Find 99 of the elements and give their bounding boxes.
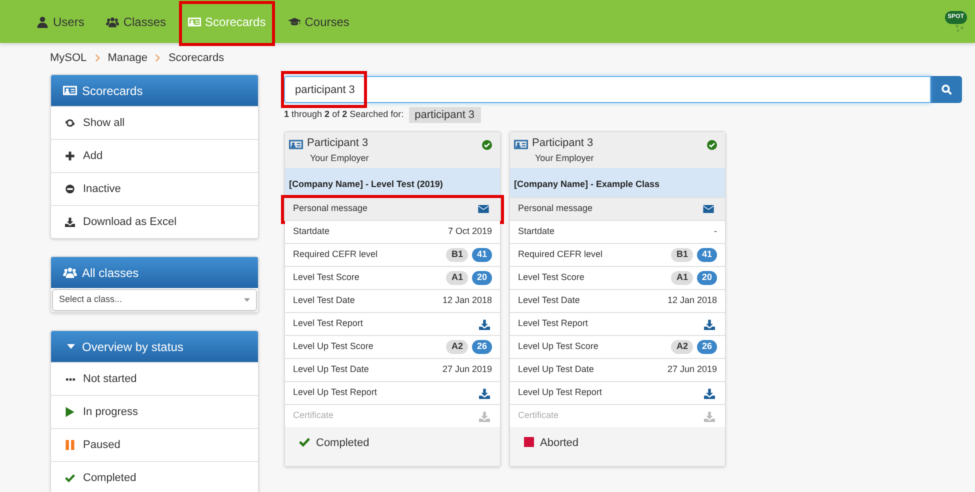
status-label: Aborted	[540, 436, 579, 451]
level-badge: B1	[446, 248, 468, 262]
class-name: [Company Name] - Level Test (2019)	[289, 179, 443, 189]
sidebar-item[interactable]: Show all	[51, 106, 258, 139]
score-badge: 26	[472, 340, 492, 354]
employer-name: Your Employer	[535, 152, 594, 165]
level-badge: A2	[671, 340, 693, 354]
employer-name: Your Employer	[310, 152, 369, 165]
group-icon	[63, 267, 77, 278]
score-badge: 20	[472, 271, 492, 285]
class-name: [Company Name] - Example Class	[514, 179, 660, 189]
panel-title: All classes	[82, 264, 139, 282]
download-icon[interactable]	[704, 388, 715, 398]
download-icon[interactable]	[479, 318, 490, 330]
stop-icon	[524, 437, 534, 447]
row-label: Certificate	[518, 409, 559, 422]
chevron-icon	[155, 54, 160, 62]
sidebar-item[interactable]: Download as Excel	[51, 205, 258, 238]
class-select[interactable]: Select a class...	[52, 289, 257, 311]
pause-icon	[65, 440, 75, 450]
panel-title: Scorecards	[82, 82, 143, 100]
row-label: Level Up Test Report	[293, 386, 377, 400]
row-label: Level Test Report	[293, 317, 363, 330]
nav-tab[interactable]: Classes	[98, 0, 174, 43]
row-label: Certificate	[293, 409, 334, 422]
row-label: Level Up Test Date	[518, 363, 594, 376]
check-icon	[299, 437, 310, 447]
search-icon	[941, 84, 952, 95]
row-value: 12 Jan 2018	[667, 294, 717, 308]
search-tag: participant 3	[408, 107, 481, 123]
row-label: Startdate	[293, 225, 330, 238]
nav-tab[interactable]: Courses	[280, 0, 358, 43]
breadcrumb-link[interactable]: Scorecards	[168, 50, 224, 66]
results-summary: 1 through 2 of 2 Searched for:	[284, 108, 404, 122]
caret-icon	[244, 298, 250, 302]
panel-header[interactable]: Overview by status	[51, 331, 258, 362]
participant-name: Participant 3	[532, 137, 594, 150]
row-value: 27 Jun 2019	[442, 363, 492, 376]
row-label: Level Up Test Date	[293, 363, 369, 376]
level-badge: B1	[671, 248, 693, 262]
sidebar-item[interactable]: Inactive	[51, 172, 258, 205]
row-label: Level Test Report	[518, 317, 588, 330]
row-label: Personal message	[518, 202, 593, 216]
row-label: Required CEFR level	[518, 248, 603, 262]
row-label: Required CEFR level	[293, 248, 378, 262]
search-field[interactable]: participant 3	[284, 76, 931, 103]
select-placeholder: Select a class...	[59, 293, 122, 306]
row-label: Personal message	[293, 202, 368, 216]
id-card-icon	[188, 16, 202, 28]
row-label: Level Up Test Score	[518, 340, 598, 354]
graduation-cap-icon	[288, 16, 301, 28]
download-icon[interactable]	[704, 318, 715, 330]
row-label: Level Up Test Score	[293, 340, 374, 354]
id-card-icon	[514, 139, 528, 150]
row-value: 27 Jun 2019	[667, 363, 717, 376]
check-icon	[65, 473, 75, 483]
envelope-icon[interactable]	[703, 205, 714, 213]
sidebar-item[interactable]: Add	[51, 139, 258, 172]
breadcrumb-link[interactable]: Manage	[108, 50, 148, 66]
download-icon[interactable]	[479, 388, 490, 398]
status-label: Completed	[316, 436, 370, 451]
logo-dots-icon	[954, 24, 966, 32]
envelope-icon[interactable]	[478, 205, 489, 213]
caret-icon	[67, 344, 75, 349]
row-label: Level Test Score	[293, 271, 360, 284]
sidebar-item[interactable]: In progress	[51, 395, 258, 428]
row-label: Level Test Date	[518, 294, 580, 308]
breadcrumb-link[interactable]: MySOL	[50, 50, 87, 66]
download-icon	[65, 217, 75, 227]
level-badge: A1	[446, 271, 468, 285]
id-card-icon	[63, 85, 77, 96]
row-value: 12 Jan 2018	[442, 294, 492, 308]
search-button[interactable]	[931, 76, 962, 103]
level-badge: A1	[671, 271, 693, 285]
panel-title: Overview by status	[82, 338, 184, 356]
id-card-icon	[289, 139, 303, 150]
play-icon	[65, 407, 75, 417]
dots-icon	[66, 378, 74, 380]
user-icon	[36, 16, 49, 28]
row-label: Level Up Test Report	[518, 386, 602, 400]
sidebar-item[interactable]: Paused	[51, 428, 258, 461]
row-label: Startdate	[518, 225, 555, 238]
row-label: Level Test Score	[518, 271, 584, 284]
row-value: 7 Oct 2019	[448, 225, 492, 238]
row-value: -	[714, 225, 717, 238]
refresh-icon	[65, 118, 75, 128]
level-badge: A2	[446, 340, 468, 354]
sidebar-item[interactable]: Not started	[51, 362, 258, 395]
row-label: Level Test Date	[293, 294, 355, 308]
sidebar-item[interactable]: Completed	[51, 461, 258, 492]
score-badge: 26	[696, 340, 717, 354]
chevron-icon	[94, 54, 100, 62]
group-icon	[106, 16, 120, 28]
participant-name: Participant 3	[307, 137, 369, 150]
score-badge: 41	[696, 248, 717, 262]
plus-icon	[65, 151, 75, 161]
score-badge: 20	[696, 271, 717, 285]
nav-tab[interactable]: Users	[28, 0, 92, 43]
score-badge: 41	[472, 248, 492, 262]
